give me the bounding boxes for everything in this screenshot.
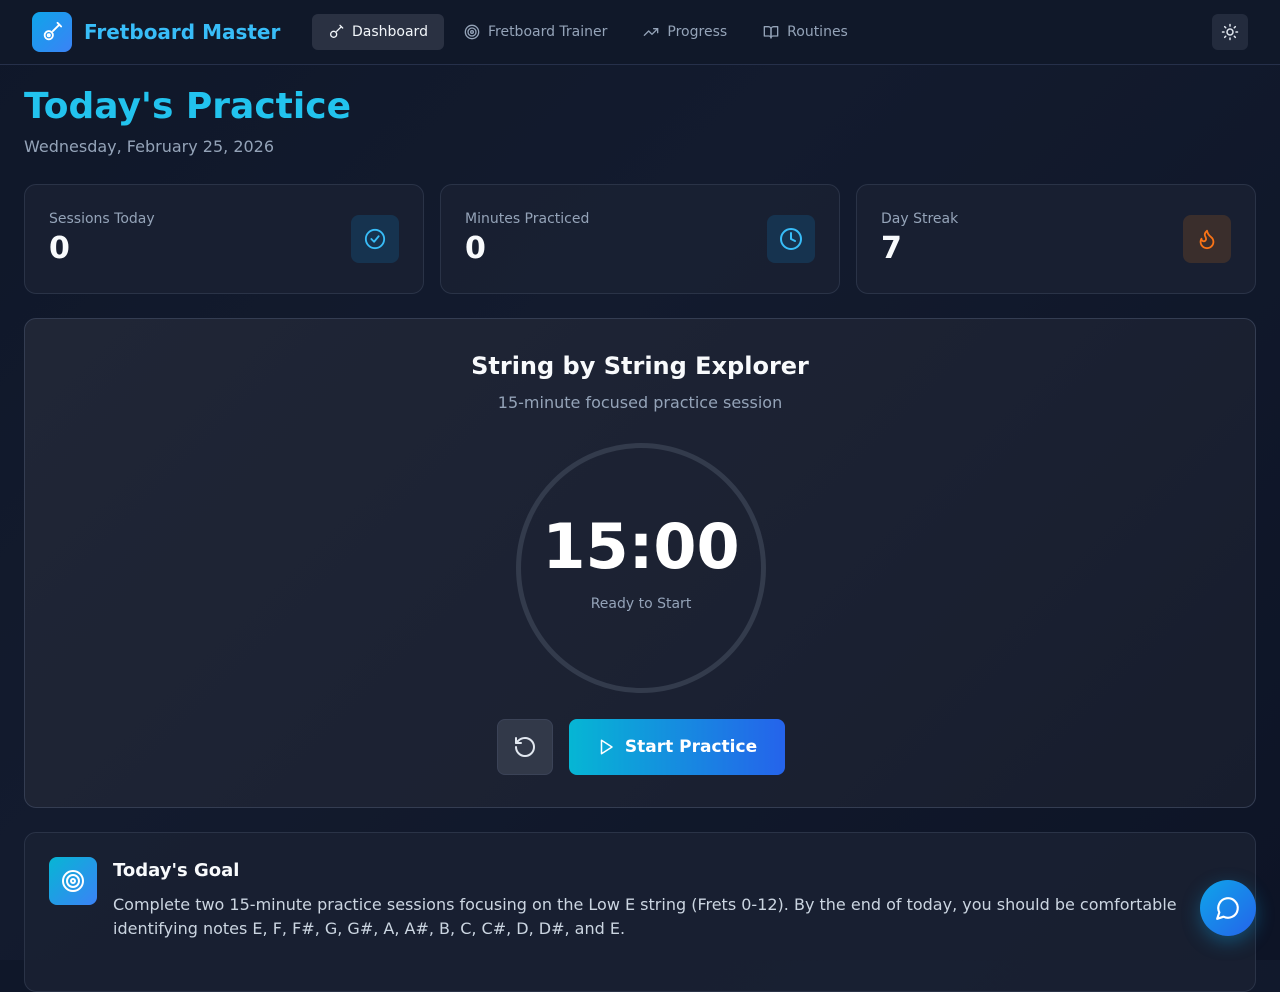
stat-value: 0 xyxy=(49,231,70,266)
stat-label: Sessions Today xyxy=(49,211,155,227)
reset-button[interactable] xyxy=(497,719,553,775)
timer-display: 15:00 xyxy=(542,510,740,583)
rotate-ccw-icon xyxy=(515,737,535,757)
session-subtitle: 15-minute focused practice session xyxy=(497,393,783,412)
message-circle-icon xyxy=(1216,897,1239,920)
book-open-icon xyxy=(763,26,779,39)
nav-label: Progress xyxy=(667,24,728,40)
guitar-logo-icon xyxy=(32,12,72,52)
nav-label: Fretboard Trainer xyxy=(487,24,608,40)
guitar-icon xyxy=(330,24,344,38)
session-title: String by String Explorer xyxy=(471,352,809,380)
brand[interactable]: Fretboard Master xyxy=(32,12,280,52)
sun-icon xyxy=(1221,23,1239,41)
stat-card-minutes: Minutes Practiced 0 xyxy=(440,184,840,294)
goal-description: Complete two 15-minute practice sessions… xyxy=(113,895,1177,938)
timer-status: Ready to Start xyxy=(590,596,692,612)
top-navbar: Fretboard Master Dashboard Fretboard Tra… xyxy=(0,0,1280,65)
page-title: Today's Practice xyxy=(24,86,351,127)
trending-up-icon xyxy=(644,27,659,36)
clock-icon xyxy=(767,215,815,263)
nav-label: Dashboard xyxy=(352,24,428,40)
start-practice-button[interactable]: Start Practice xyxy=(569,719,785,775)
nav-label: Routines xyxy=(787,24,848,40)
check-circle-icon xyxy=(351,215,399,263)
page-date: Wednesday, February 25, 2026 xyxy=(24,137,275,156)
nav-item-progress[interactable]: Progress xyxy=(627,14,743,50)
nav-item-routines[interactable]: Routines xyxy=(747,14,864,50)
practice-session-card: String by String Explorer 15-minute focu… xyxy=(24,318,1256,808)
nav-item-dashboard[interactable]: Dashboard xyxy=(312,14,444,50)
todays-goal-card: Today's Goal Complete two 15-minute prac… xyxy=(24,832,1256,992)
theme-toggle-button[interactable] xyxy=(1212,14,1248,50)
nav-item-fretboard-trainer[interactable]: Fretboard Trainer xyxy=(448,14,623,50)
stat-card-streak: Day Streak 7 xyxy=(856,184,1256,294)
target-icon xyxy=(464,24,480,40)
stat-value: 0 xyxy=(465,231,486,266)
play-icon xyxy=(600,739,613,755)
main-nav: Dashboard Fretboard Trainer Progress Rou… xyxy=(312,14,868,50)
goal-title: Today's Goal xyxy=(113,860,240,881)
app-name: Fretboard Master xyxy=(84,20,281,44)
start-practice-label: Start Practice xyxy=(624,737,758,757)
stat-label: Day Streak xyxy=(881,211,959,227)
chat-button[interactable] xyxy=(1200,880,1256,936)
flame-icon xyxy=(1183,215,1231,263)
target-icon xyxy=(49,857,97,905)
stat-value: 7 xyxy=(881,231,902,266)
stat-label: Minutes Practiced xyxy=(465,211,590,227)
timer-ring: 15:00 Ready to Start xyxy=(516,443,766,693)
stat-card-sessions: Sessions Today 0 xyxy=(24,184,424,294)
